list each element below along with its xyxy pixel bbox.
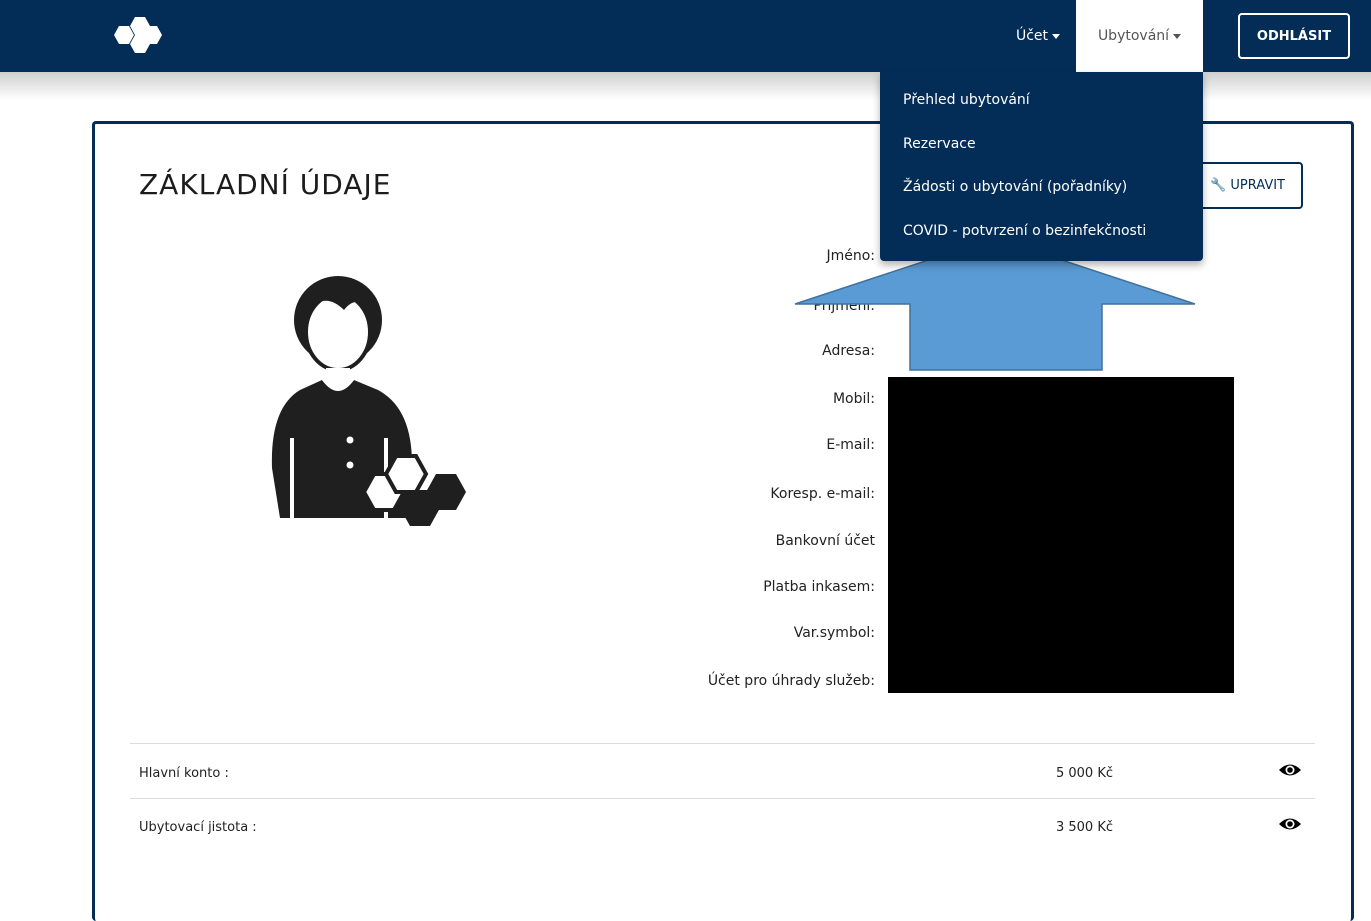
field-label-koresp-email: Koresp. e-mail: (770, 486, 875, 502)
nav-ucet[interactable]: Účet (1000, 0, 1076, 72)
eye-icon[interactable] (1278, 762, 1302, 778)
account-label-jistota: Ubytovací jistota : (139, 820, 257, 835)
edit-button-label: UPRAVIT (1230, 178, 1285, 193)
page-title: ZÁKLADNÍ ÚDAJE (139, 168, 392, 201)
dropdown-item-rezervace[interactable]: Rezervace (903, 136, 976, 152)
field-label-bankovni-ucet: Bankovní účet (775, 533, 875, 549)
nav-ubytovani[interactable]: Ubytování (1076, 0, 1203, 72)
nav-ucet-label: Účet (1015, 28, 1049, 44)
field-label-ucet-sluzby: Účet pro úhrady služeb: (707, 673, 875, 689)
redacted-values-block (888, 377, 1234, 693)
caret-down-icon (1052, 33, 1061, 39)
dropdown-item-prehled[interactable]: Přehled ubytování (903, 92, 1030, 108)
divider (130, 798, 1315, 799)
edit-button[interactable]: 🔧 UPRAVIT (1188, 162, 1303, 209)
field-label-jmeno: Jméno: (826, 248, 875, 264)
field-label-var-symbol: Var.symbol: (793, 625, 875, 641)
hexagon-cluster-logo[interactable] (108, 14, 168, 56)
account-label-hlavni: Hlavní konto : (139, 766, 229, 781)
user-avatar-illustration (271, 276, 466, 526)
caret-down-icon (1173, 33, 1182, 39)
field-label-adresa: Adresa: (822, 343, 875, 359)
dropdown-item-zadosti[interactable]: Žádosti o ubytování (pořadníky) (903, 179, 1127, 195)
ubytovani-dropdown-menu: Přehled ubytování Rezervace Žádosti o ub… (880, 72, 1203, 261)
divider (130, 743, 1315, 744)
field-label-mobil: Mobil: (832, 391, 875, 407)
eye-icon[interactable] (1278, 816, 1302, 832)
account-value-hlavni: 5 000 Kč (1055, 766, 1113, 781)
wrench-icon: 🔧 (1210, 178, 1227, 193)
field-label-email: E-mail: (826, 437, 875, 453)
dropdown-item-covid[interactable]: COVID - potvrzení o bezinfekčnosti (903, 223, 1146, 239)
nav-ubytovani-label: Ubytování (1097, 28, 1170, 44)
field-label-prijmeni: Příjmení: (813, 298, 875, 314)
field-label-platba-inkasem: Platba inkasem: (763, 579, 875, 595)
account-value-jistota: 3 500 Kč (1055, 820, 1113, 835)
logout-button[interactable]: ODHLÁSIT (1238, 13, 1350, 59)
